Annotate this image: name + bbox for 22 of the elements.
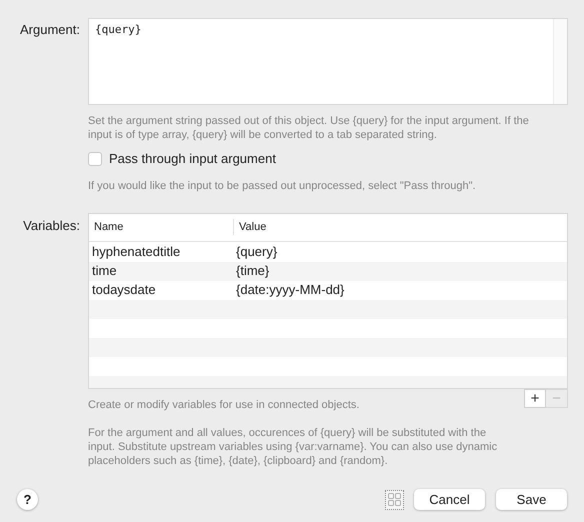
- variables-label: Variables:: [22, 216, 80, 234]
- column-header[interactable]: Name: [94, 220, 124, 233]
- checkbox-label[interactable]: Pass through input argument: [109, 149, 276, 168]
- substitution-note: For the argument and all values, occurences of {query} will be substituted with the input. Substitute upstream variables using {var:varname}. You can also use dynamic placeholders such as {time}, {date}, {clipboard} and {random}.: [88, 426, 498, 468]
- variables-help: Create or modify variables for use in connected objects.: [88, 398, 360, 412]
- grid-icon[interactable]: [385, 490, 404, 510]
- argument-help: Set the argument string passed out of this object. Use {query} for the input argument. If the input is of type array, {query} will be converted to a tab separated string.: [88, 114, 530, 142]
- table-cell: {date:yyyy-MM-dd}: [236, 282, 344, 298]
- save-button[interactable]: Save: [496, 489, 567, 510]
- table-cell: {time}: [236, 263, 270, 278]
- table-cell: todaysdate: [92, 282, 156, 298]
- table-cell: {query}: [236, 244, 278, 260]
- pass-through-help: If you would like the input to be passed out unprocessed, select "Pass through".: [88, 178, 477, 192]
- argument-field[interactable]: {query}: [88, 18, 568, 105]
- cancel-button[interactable]: Cancel: [414, 489, 485, 510]
- checkbox[interactable]: [88, 152, 102, 166]
- add-button[interactable]: +: [524, 388, 546, 408]
- column-header[interactable]: Value: [239, 220, 266, 233]
- argument-label: Argument:: [19, 21, 80, 39]
- table-cell: hyphenatedtitle: [92, 244, 180, 260]
- table-cell: time: [92, 263, 117, 278]
- help-button[interactable]: ?: [17, 489, 38, 510]
